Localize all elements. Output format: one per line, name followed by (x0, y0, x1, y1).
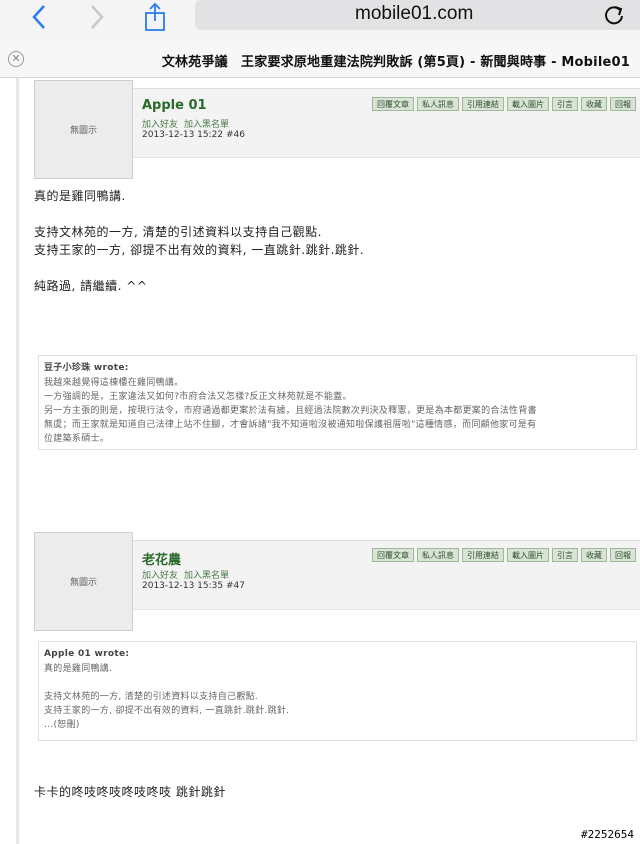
author-name[interactable]: Apple 01 (142, 98, 207, 113)
quote-line: 另一方主張的則是，按現行法令，市府通過都更案於法有據，且經過法院數次判決及釋憲，… (44, 406, 537, 416)
tab-bar: ✕ 文林苑爭議 王家要求原地重建法院判敗訴 (第5頁) - 新聞與時事 - Mo… (0, 40, 640, 78)
avatar-placeholder-text: 無圖示 (69, 578, 97, 588)
post-meta: 2013-12-13 15:35 #47 (142, 581, 245, 591)
tab-title[interactable]: 文林苑爭議 王家要求原地重建法院判敗訴 (第5頁) - 新聞與時事 - Mobi… (162, 51, 630, 70)
report-button[interactable]: 回報 (610, 97, 636, 111)
reply-button[interactable]: 回覆文章 (372, 548, 414, 562)
load-images-button[interactable]: 載入圖片 (507, 548, 549, 562)
post-body: 真的是雞同鴨講. 支持文林苑的一方, 清楚的引述資料以支持自己觀點. 支持王家的… (34, 187, 364, 295)
post-body-spacer (34, 259, 364, 277)
post-body-line: 支持王家的一方, 卻提不出有效的資料, 一直跳針.跳針.跳針. (34, 243, 365, 257)
chevron-right-icon (91, 5, 104, 29)
add-friend-link[interactable]: 加入好友 (142, 571, 178, 581)
reply-button[interactable]: 回覆文章 (372, 97, 414, 111)
quote-header: 豆子小珍珠 wrote: (44, 363, 129, 373)
quote-link-button[interactable]: 引用連結 (462, 548, 504, 562)
private-message-button[interactable]: 私人訊息 (417, 548, 459, 562)
post-actions: 回覆文章 私人訊息 引用連結 載入圖片 引言 收藏 回報 (372, 97, 636, 111)
quote-line: 位建築系碩士。 (44, 434, 110, 444)
quote-button[interactable]: 引言 (552, 548, 578, 562)
add-friend-link[interactable]: 加入好友 (142, 120, 178, 130)
quote-line: 一方強調的是，王家違法又如何?市府合法又怎樣?反正文林苑就是不能蓋。 (44, 392, 352, 402)
private-message-button[interactable]: 私人訊息 (417, 97, 459, 111)
chevron-left-icon (32, 5, 45, 29)
quote-line: 支持王家的一方, 卻提不出有效的資料, 一直跳針.跳針.跳針. (44, 706, 290, 716)
friend-links: 加入好友 加入黑名單 (142, 568, 235, 581)
back-button[interactable] (24, 2, 54, 32)
post-actions: 回覆文章 私人訊息 引用連結 載入圖片 引言 收藏 回報 (372, 548, 636, 562)
post-body-line: 純路過, 請繼續. ^^ (34, 279, 148, 293)
close-tab-icon[interactable]: ✕ (8, 51, 24, 67)
favorite-button[interactable]: 收藏 (581, 548, 607, 562)
quote-line: 支持文林苑的一方, 清楚的引述資料以支持自己觀點. (44, 692, 259, 702)
quote-block: Apple 01 wrote: 真的是雞同鴨講. 支持文林苑的一方, 清楚的引述… (38, 641, 637, 741)
url-text[interactable]: mobile01.com (355, 3, 473, 25)
quote-spacer (44, 676, 631, 690)
share-icon (145, 2, 165, 31)
post-body-line: 真的是雞同鴨講. (34, 189, 126, 203)
quote-header: Apple 01 wrote: (44, 649, 130, 659)
report-button[interactable]: 回報 (610, 548, 636, 562)
forward-button[interactable] (82, 2, 112, 32)
left-rule (16, 78, 19, 844)
post-body-spacer (34, 205, 364, 223)
quote-block: 豆子小珍珠 wrote: 我越來越覺得這棟樓在雞同鴨講。 一方強調的是，王家違法… (38, 355, 637, 450)
add-blacklist-link[interactable]: 加入黑名單 (184, 571, 229, 581)
load-images-button[interactable]: 載入圖片 (507, 97, 549, 111)
post-body: 卡卡的咚吱咚吱咚吱咚吱 跳針跳針 (34, 783, 226, 801)
add-blacklist-link[interactable]: 加入黑名單 (184, 120, 229, 130)
browser-toolbar: mobile01.com (0, 0, 640, 40)
favorite-button[interactable]: 收藏 (581, 97, 607, 111)
post-body-line: 支持文林苑的一方, 清楚的引述資料以支持自己觀點. (34, 225, 322, 239)
quote-line: 我越來越覺得這棟樓在雞同鴨講。 (44, 378, 184, 388)
quote-line: 真的是雞同鴨講. (44, 664, 113, 674)
author-name[interactable]: 老花農 (142, 549, 181, 568)
reload-icon (605, 6, 623, 25)
page-content: 無圖示 Apple 01 加入好友 加入黑名單 2013-12-13 15:22 … (0, 78, 640, 844)
quote-button[interactable]: 引言 (552, 97, 578, 111)
quote-link-button[interactable]: 引用連結 (462, 97, 504, 111)
share-button[interactable] (140, 2, 170, 32)
reload-button[interactable] (603, 4, 627, 28)
post-body-line: 卡卡的咚吱咚吱咚吱咚吱 跳針跳針 (34, 785, 226, 799)
avatar[interactable]: 無圖示 (34, 532, 133, 631)
friend-links: 加入好友 加入黑名單 (142, 117, 235, 130)
post-meta: 2013-12-13 15:22 #46 (142, 130, 245, 140)
quote-line: 無虞；而王家就是知道自己法律上站不住腳，才會訴諸"我不知道啦沒被通知啦保護祖厝啦… (44, 420, 537, 430)
avatar[interactable]: 無圖示 (34, 80, 133, 179)
quote-line: ...(恕刪) (44, 720, 80, 730)
avatar-placeholder-text: 無圖示 (69, 126, 97, 136)
watermark: #2252654 (581, 828, 634, 841)
